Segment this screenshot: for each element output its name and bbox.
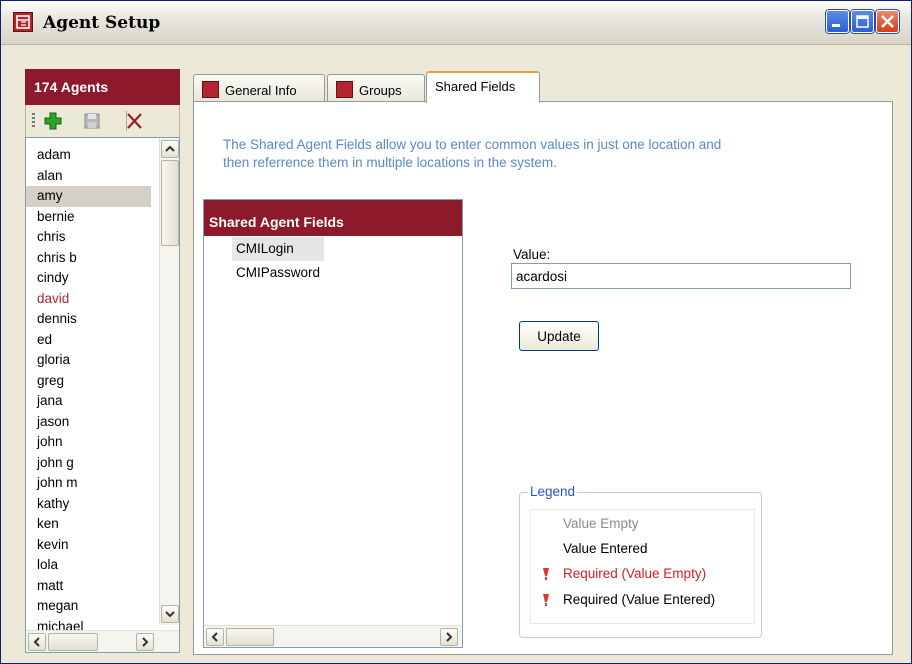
agent-list-item[interactable]: ken xyxy=(26,514,151,535)
required-marker-icon xyxy=(543,568,549,580)
shared-fields-panel: Shared Agent Fields CMILogin CMIPassword xyxy=(203,199,463,648)
horizontal-scroll-thumb[interactable] xyxy=(48,633,98,651)
add-agent-button[interactable] xyxy=(43,111,63,131)
groups-icon xyxy=(336,81,353,98)
agents-list[interactable]: adam alan amy bernie chris chris b cindy david d… xyxy=(25,137,180,653)
agent-list-item[interactable]: dennis xyxy=(26,309,151,330)
agent-setup-app-icon xyxy=(13,12,33,32)
fields-horizontal-scrollbar[interactable] xyxy=(204,625,462,647)
tab-label: Shared Fields xyxy=(435,79,516,94)
tab-label: Groups xyxy=(359,83,402,98)
agent-list-item[interactable]: bernie xyxy=(26,207,151,228)
minimize-icon xyxy=(832,24,840,27)
agent-list-item[interactable]: greg xyxy=(26,371,151,392)
agent-list-item[interactable]: kathy xyxy=(26,494,151,515)
toolbar-grip[interactable] xyxy=(32,113,35,129)
agent-list-item[interactable]: adam xyxy=(26,145,151,166)
tab-label: General Info xyxy=(225,83,297,98)
agent-list-item[interactable]: chris b xyxy=(26,248,151,269)
tab-groups[interactable]: Groups xyxy=(327,74,425,102)
chevron-right-icon xyxy=(446,632,453,642)
close-icon xyxy=(881,15,894,28)
window-title: Agent Setup xyxy=(43,13,161,33)
chevron-down-icon xyxy=(165,611,175,618)
delete-x-icon xyxy=(127,113,142,129)
agents-vertical-scrollbar[interactable] xyxy=(159,138,179,625)
scroll-up-button[interactable] xyxy=(161,140,179,158)
shared-fields-header: Shared Agent Fields xyxy=(204,200,462,236)
agent-list-item[interactable]: amy xyxy=(26,186,151,207)
update-button[interactable]: Update xyxy=(519,321,599,351)
legend-required-empty: Required (Value Empty) xyxy=(563,566,707,581)
value-label: Value: xyxy=(513,247,551,262)
legend-group: Legend Value Empty Value Entered Require… xyxy=(519,484,762,638)
chevron-right-icon xyxy=(142,637,149,647)
fields-scroll-thumb[interactable] xyxy=(226,628,274,646)
agent-list-item[interactable]: john g xyxy=(26,453,151,474)
legend-value-entered: Value Entered xyxy=(563,541,648,556)
plus-icon xyxy=(44,112,62,130)
delete-agent-button[interactable] xyxy=(124,111,144,131)
agent-list-item[interactable]: cindy xyxy=(26,268,151,289)
agent-list-item[interactable]: megan xyxy=(26,596,151,617)
scroll-right-button[interactable] xyxy=(136,633,154,651)
agent-list-item[interactable]: jana xyxy=(26,391,151,412)
agent-list-item[interactable]: john xyxy=(26,432,151,453)
close-button[interactable] xyxy=(876,10,899,33)
legend-required-entered: Required (Value Entered) xyxy=(563,592,716,607)
scroll-thumb[interactable] xyxy=(161,160,179,246)
chevron-left-icon xyxy=(33,637,40,647)
tab-strip: General Info Groups Shared Fields xyxy=(193,71,893,103)
required-marker-icon xyxy=(543,594,549,606)
agent-list-item[interactable]: jason xyxy=(26,412,151,433)
field-item-cmilogin[interactable]: CMILogin xyxy=(232,237,325,261)
save-icon xyxy=(84,113,100,129)
save-agent-button[interactable] xyxy=(82,111,102,131)
agent-list-item[interactable]: ed xyxy=(26,330,151,351)
general-info-icon xyxy=(202,81,219,98)
shared-fields-page: The Shared Agent Fields allow you to ent… xyxy=(193,101,893,655)
legend-box: Value Empty Value Entered Required (Valu… xyxy=(530,509,755,624)
legend-title: Legend xyxy=(528,484,578,499)
minimize-button[interactable] xyxy=(826,10,849,33)
tab-shared-fields[interactable]: Shared Fields xyxy=(426,71,540,103)
chevron-up-icon xyxy=(165,145,175,152)
agent-list-item[interactable]: kevin xyxy=(26,535,151,556)
agent-list-item[interactable]: chris xyxy=(26,227,151,248)
shared-fields-list[interactable]: CMILogin CMIPassword xyxy=(232,237,325,285)
agents-toolbar xyxy=(25,105,180,137)
field-item-cmipassword[interactable]: CMIPassword xyxy=(232,261,324,285)
legend-value-empty: Value Empty xyxy=(563,516,639,531)
fields-scroll-right-button[interactable] xyxy=(440,628,458,646)
fields-scroll-left-button[interactable] xyxy=(206,628,224,646)
agent-setup-window: Agent Setup 174 Agents adam alan amy ber… xyxy=(0,0,912,664)
maximize-button[interactable] xyxy=(851,10,874,33)
agent-list-item[interactable]: john m xyxy=(26,473,151,494)
agents-horizontal-scrollbar[interactable] xyxy=(26,630,179,652)
title-bar[interactable]: Agent Setup xyxy=(1,1,911,45)
agents-header: 174 Agents xyxy=(25,69,180,105)
scroll-down-button[interactable] xyxy=(161,605,179,623)
agent-list-item[interactable]: gloria xyxy=(26,350,151,371)
tab-general-info[interactable]: General Info xyxy=(193,74,325,102)
agent-list-item[interactable]: matt xyxy=(26,576,151,597)
agent-list-item[interactable]: alan xyxy=(26,166,151,187)
chevron-left-icon xyxy=(211,632,218,642)
agent-list-item[interactable]: david xyxy=(26,289,151,310)
shared-fields-description: The Shared Agent Fields allow you to ent… xyxy=(223,137,722,170)
scroll-left-button[interactable] xyxy=(28,633,46,651)
maximize-icon xyxy=(856,15,869,28)
value-input[interactable] xyxy=(511,263,851,289)
agents-panel: 174 Agents adam alan amy bernie chris ch… xyxy=(25,69,180,653)
agent-list-item[interactable]: lola xyxy=(26,555,151,576)
